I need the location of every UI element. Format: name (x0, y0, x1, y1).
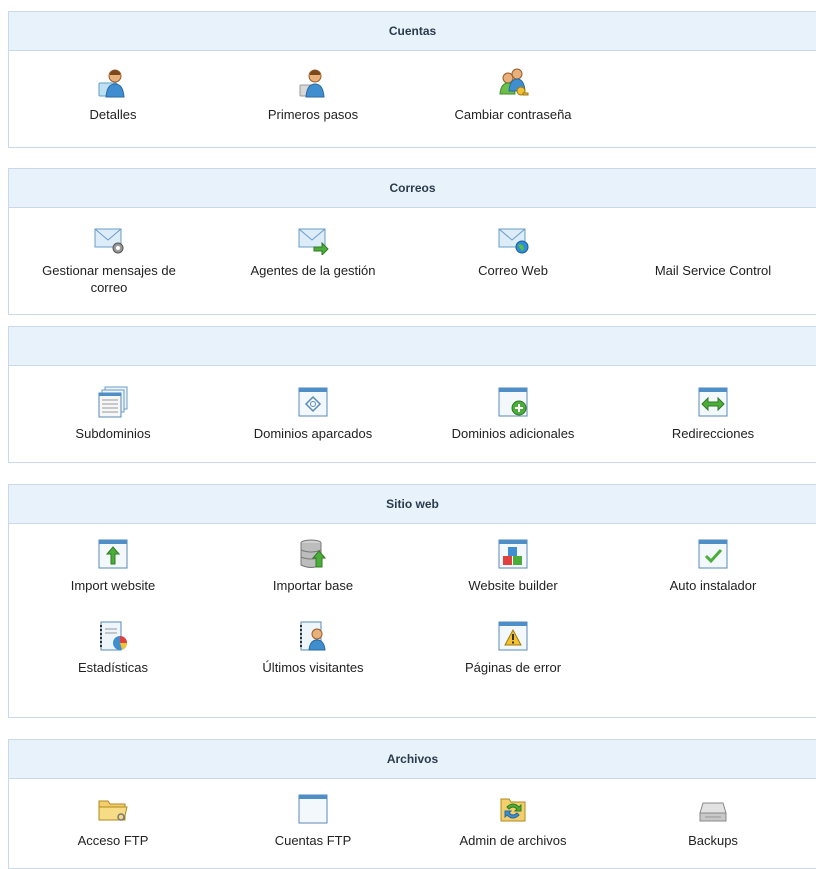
statistics-icon (100, 621, 127, 651)
item-label: Últimos visitantes (262, 660, 364, 675)
mail-gear-icon (94, 228, 124, 254)
error-pages-icon (498, 621, 528, 651)
item-label: Auto instalador (669, 578, 757, 593)
item-primeros-pasos[interactable]: Primeros pasos (213, 67, 413, 123)
item-label: Cuentas FTP (274, 833, 352, 848)
blank-icon (697, 223, 729, 255)
item-gestionar-mensajes[interactable]: Gestionar mensajes de correo (9, 223, 209, 296)
user-start-icon (299, 69, 325, 98)
section-title: Sitio web (9, 485, 816, 524)
item-label: Gestionar mensajes de correo (42, 263, 176, 295)
parked-domain-icon (298, 387, 328, 417)
item-label: Cambiar contraseña (454, 107, 572, 122)
item-estadisticas[interactable]: Estadísticas (13, 620, 213, 676)
addon-domain-icon (498, 387, 528, 417)
section-dominios: Subdominios Dominios aparcados Dominios … (8, 326, 816, 463)
backup-drive-icon (699, 802, 727, 822)
item-auto-instalador[interactable]: Auto instalador (613, 538, 813, 594)
item-paginas-error[interactable]: Páginas de error (413, 620, 613, 676)
import-website-icon (98, 539, 128, 569)
user-card-icon (98, 69, 125, 98)
control-panel: Cuentas Detalles Primeros pasos Cambiar … (0, 0, 816, 869)
item-backups[interactable]: Backups (613, 793, 813, 849)
section-archivos: Archivos Acceso FTP Cuentas FTP Admin de… (8, 739, 816, 869)
item-label: Primeros pasos (267, 107, 359, 122)
ftp-accounts-icon (298, 794, 328, 824)
users-key-icon (499, 68, 529, 96)
mail-globe-icon (498, 228, 529, 254)
item-cambiar-contrasena[interactable]: Cambiar contraseña (413, 67, 613, 123)
redirect-icon (698, 387, 728, 417)
item-label: Agentes de la gestión (250, 263, 376, 278)
item-label: Admin de archivos (459, 833, 567, 848)
item-label: Correo Web (478, 263, 548, 278)
item-label: Mail Service Control (654, 263, 772, 278)
item-label: Páginas de error (464, 660, 562, 675)
item-label: Subdominios (75, 426, 151, 441)
file-manager-icon (500, 798, 526, 822)
section-title: Cuentas (9, 12, 816, 51)
item-label: Redirecciones (671, 426, 755, 441)
ftp-folder-icon (98, 800, 128, 821)
section-correos: Correos Gestionar mensajes de correo Age… (8, 168, 816, 315)
mail-forward-icon (298, 228, 329, 255)
item-label: Acceso FTP (77, 833, 149, 848)
section-title (9, 327, 816, 366)
item-label: Dominios aparcados (253, 426, 373, 441)
latest-visitors-icon (300, 621, 326, 651)
item-admin-archivos[interactable]: Admin de archivos (413, 793, 613, 849)
item-detalles[interactable]: Detalles (13, 67, 213, 123)
subdomains-icon (98, 386, 128, 418)
item-dominios-aparcados[interactable]: Dominios aparcados (213, 386, 413, 442)
item-agentes-gestion[interactable]: Agentes de la gestión (213, 223, 413, 279)
item-label: Backups (688, 833, 738, 848)
import-database-icon (300, 539, 327, 568)
item-label: Dominios adicionales (451, 426, 575, 441)
item-cuentas-ftp[interactable]: Cuentas FTP (213, 793, 413, 849)
item-label: Importar base (272, 578, 354, 593)
item-subdominios[interactable]: Subdominios (13, 386, 213, 442)
section-title: Archivos (9, 740, 816, 779)
item-label: Import website (70, 578, 156, 593)
item-importar-base[interactable]: Importar base (213, 538, 413, 594)
item-website-builder[interactable]: Website builder (413, 538, 613, 594)
item-import-website[interactable]: Import website (13, 538, 213, 594)
auto-installer-icon (698, 539, 728, 569)
item-ultimos-visitantes[interactable]: Últimos visitantes (213, 620, 413, 676)
item-dominios-adicionales[interactable]: Dominios adicionales (413, 386, 613, 442)
section-sitio-web: Sitio web Import website Importar base W… (8, 484, 816, 718)
item-label: Estadísticas (77, 660, 149, 675)
item-label: Website builder (468, 578, 558, 593)
item-mail-service-control[interactable]: Mail Service Control (613, 223, 813, 279)
website-builder-icon (498, 539, 528, 569)
item-label: Detalles (89, 107, 137, 122)
section-cuentas: Cuentas Detalles Primeros pasos Cambiar … (8, 11, 816, 148)
item-acceso-ftp[interactable]: Acceso FTP (13, 793, 213, 849)
item-redirecciones[interactable]: Redirecciones (613, 386, 813, 442)
item-correo-web[interactable]: Correo Web (413, 223, 613, 279)
section-title: Correos (9, 169, 816, 208)
